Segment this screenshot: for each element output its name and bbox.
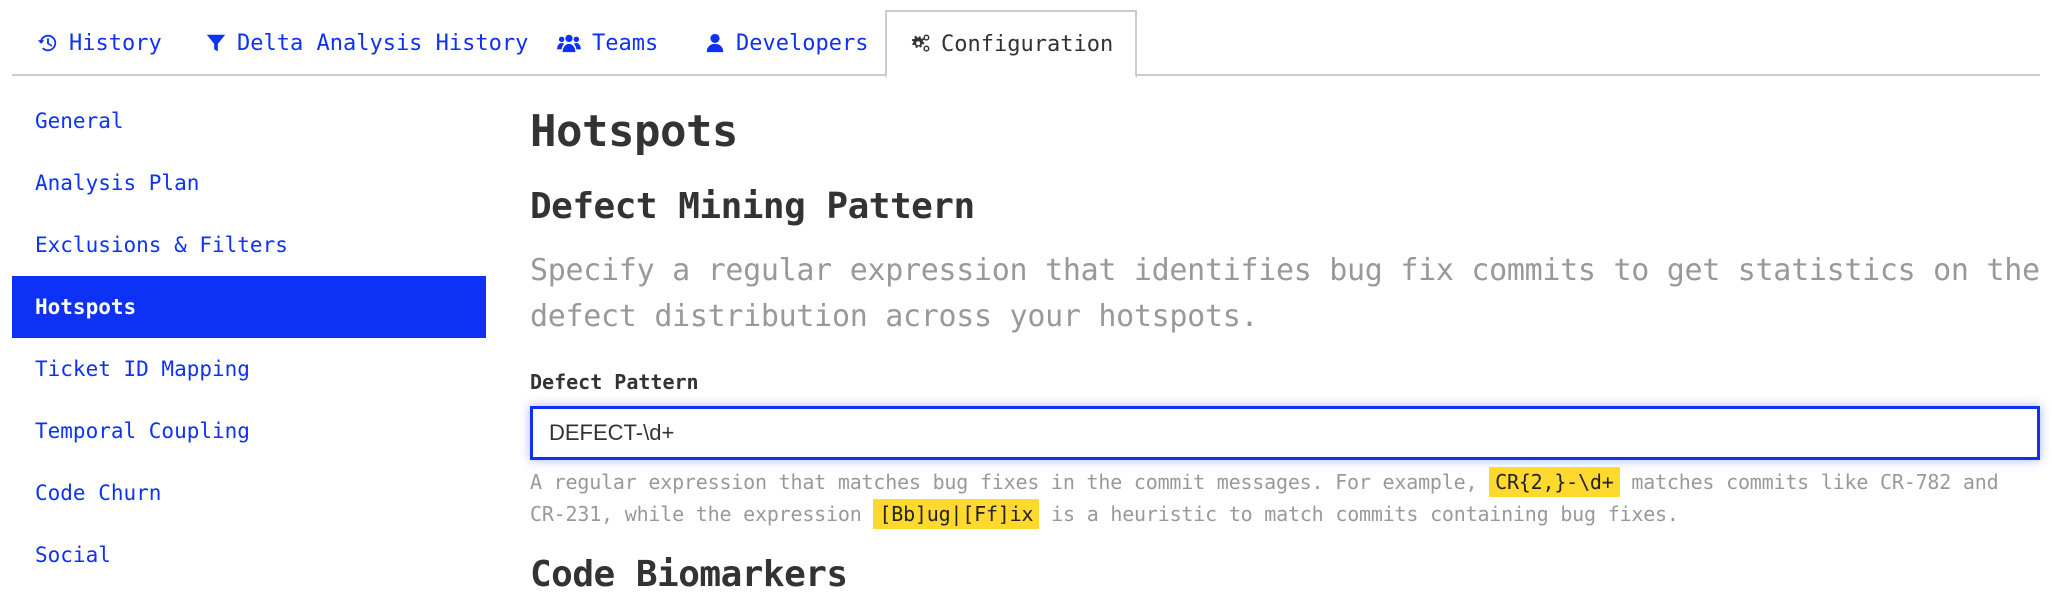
tab-label: Delta Analysis History bbox=[237, 30, 529, 56]
filter-icon bbox=[205, 32, 227, 54]
sidebar-item-code-churn[interactable]: Code Churn bbox=[12, 462, 486, 524]
example-code: [Bb]ug|[Ff]ix bbox=[873, 499, 1040, 529]
tab-bar: History Delta Analysis History Teams Dev… bbox=[12, 0, 2040, 78]
defect-pattern-input[interactable] bbox=[530, 406, 2040, 460]
sidebar-item-hotspots[interactable]: Hotspots bbox=[12, 276, 486, 338]
code-biomarkers-title: Code Biomarkers bbox=[530, 554, 848, 595]
help-text: A regular expression that matches bug fi… bbox=[530, 470, 1490, 494]
history-icon bbox=[37, 32, 59, 54]
defect-pattern-label: Defect Pattern bbox=[530, 370, 699, 394]
sidebar-item-analysis-plan[interactable]: Analysis Plan bbox=[12, 152, 486, 214]
page-title: Hotspots bbox=[530, 106, 738, 157]
sidebar-item-temporal-coupling[interactable]: Temporal Coupling bbox=[12, 400, 486, 462]
user-icon bbox=[704, 32, 726, 54]
tab-developers[interactable]: Developers bbox=[704, 10, 868, 76]
cogs-icon bbox=[909, 33, 931, 55]
tab-configuration[interactable]: Configuration bbox=[885, 10, 1138, 78]
settings-sidebar: General Analysis Plan Exclusions & Filte… bbox=[12, 90, 486, 586]
tab-delta-analysis-history[interactable]: Delta Analysis History bbox=[205, 10, 528, 76]
help-text: is a heuristic to match commits containi… bbox=[1039, 502, 1679, 526]
tab-history[interactable]: History bbox=[37, 10, 162, 76]
sidebar-item-social[interactable]: Social bbox=[12, 524, 486, 586]
sidebar-item-exclusions-filters[interactable]: Exclusions & Filters bbox=[12, 214, 486, 276]
sidebar-item-general[interactable]: General bbox=[12, 90, 486, 152]
tab-label: Developers bbox=[736, 30, 869, 56]
tab-label: Configuration bbox=[941, 31, 1114, 57]
tab-label: History bbox=[69, 30, 162, 56]
tab-teams[interactable]: Teams bbox=[556, 10, 658, 76]
users-icon bbox=[556, 32, 582, 54]
section-description: Specify a regular expression that identi… bbox=[530, 253, 2040, 334]
example-code: CR{2,}-\d+ bbox=[1489, 467, 1620, 497]
section-title: Defect Mining Pattern bbox=[530, 186, 975, 227]
main-content: Hotspots Defect Mining Pattern Specify a… bbox=[530, 110, 2040, 595]
sidebar-item-ticket-id-mapping[interactable]: Ticket ID Mapping bbox=[12, 338, 486, 400]
defect-pattern-help: A regular expression that matches bug fi… bbox=[530, 466, 2040, 530]
tab-label: Teams bbox=[592, 30, 659, 56]
